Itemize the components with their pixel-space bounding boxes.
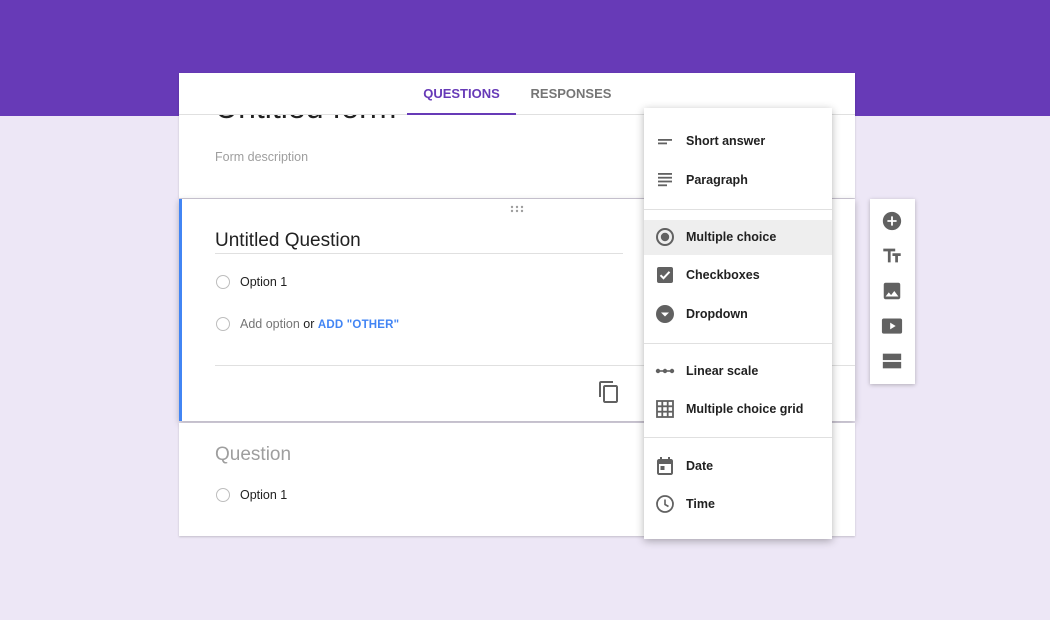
add-other-link[interactable]: ADD "OTHER" [318,319,399,331]
menu-item-linear-scale[interactable]: Linear scale [644,354,832,389]
drag-handle-icon[interactable] [510,205,524,213]
checkbox-icon [657,267,673,283]
menu-item-label: Multiple choice grid [686,402,804,416]
add-option-field[interactable]: Add option [240,317,300,331]
add-circle-icon[interactable] [881,210,903,232]
menu-item-label: Multiple choice [686,230,777,244]
menu-item-label: Short answer [686,134,766,148]
menu-item-label: Checkboxes [686,268,760,282]
paragraph-icon [658,173,672,187]
short-text-icon [658,139,672,145]
menu-item-label: Time [686,497,715,511]
add-option-row: Add option or ADD "OTHER" [240,317,399,331]
question-title-placeholder[interactable]: Question [215,444,291,466]
menu-divider [644,437,832,438]
duplicate-icon[interactable] [597,380,621,404]
grid-icon [656,400,674,418]
form-description-field[interactable]: Form description [215,150,308,164]
option-radio-icon [216,275,230,289]
or-label: or [303,317,315,331]
question-title-input[interactable]: Untitled Question [215,230,623,254]
tab-responses[interactable]: RESPONSES [522,73,620,115]
menu-item-short-answer[interactable]: Short answer [644,124,832,159]
menu-item-dropdown[interactable]: Dropdown [644,297,832,332]
option-1-label[interactable]: Option 1 [240,488,287,502]
or-text: or [303,317,318,331]
section-icon[interactable] [881,350,903,372]
menu-divider [644,209,832,210]
calendar-icon [657,457,673,475]
add-option-radio-icon [216,317,230,331]
clock-icon [656,495,674,513]
image-icon[interactable] [881,280,903,302]
side-toolbar [870,199,915,384]
menu-item-date[interactable]: Date [644,449,832,484]
video-icon[interactable] [881,315,903,337]
menu-item-time[interactable]: Time [644,487,832,522]
menu-item-label: Linear scale [686,364,759,378]
radio-button-icon [656,228,674,246]
menu-item-label: Dropdown [686,307,748,321]
menu-item-label: Paragraph [686,173,748,187]
menu-item-label: Date [686,459,714,473]
linear-scale-icon [655,368,675,374]
question-type-menu: Short answer Paragraph Multiple choice C… [644,108,832,539]
active-question-indicator [179,199,182,421]
menu-item-paragraph[interactable]: Paragraph [644,163,832,198]
tab-questions[interactable]: QUESTIONS [407,73,516,115]
title-text-icon[interactable] [881,245,903,267]
dropdown-circle-icon [656,305,674,323]
menu-divider [644,343,832,344]
menu-item-multiple-choice[interactable]: Multiple choice [644,220,832,255]
menu-item-multiple-choice-grid[interactable]: Multiple choice grid [644,392,832,427]
menu-item-checkboxes[interactable]: Checkboxes [644,258,832,293]
option-radio-icon [216,488,230,502]
option-1-label[interactable]: Option 1 [240,275,287,289]
